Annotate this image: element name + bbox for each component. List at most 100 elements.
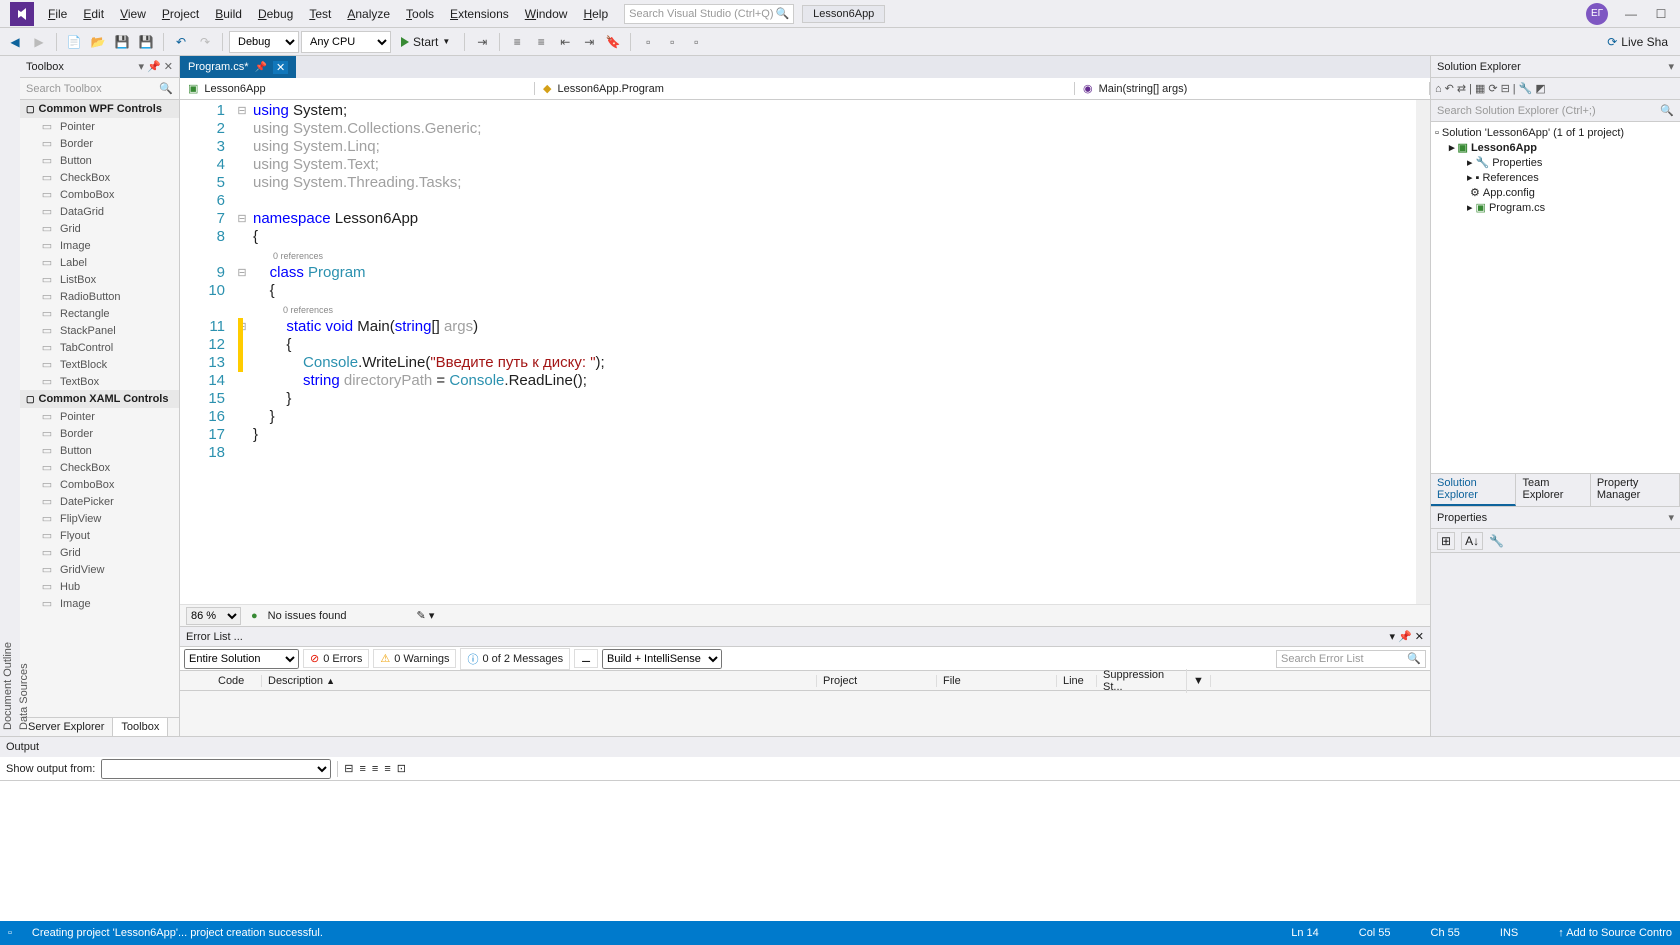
tab-solution-explorer[interactable]: Solution Explorer	[1431, 474, 1516, 506]
toolbox-item[interactable]: ▭Pointer	[20, 408, 179, 425]
toolbox-item[interactable]: ▭Grid	[20, 220, 179, 237]
new-project-icon[interactable]: 📄	[63, 31, 85, 53]
pin-icon[interactable]: 📌	[147, 60, 161, 73]
output-text-area[interactable]	[0, 781, 1680, 921]
error-list-search[interactable]: Search Error List 🔍	[1276, 650, 1426, 668]
col-code[interactable]: Code	[212, 675, 262, 687]
toolbox-item[interactable]: ▭Rectangle	[20, 305, 179, 322]
tab-property-manager[interactable]: Property Manager	[1591, 474, 1680, 506]
output-toolbar-icon[interactable]: ≡	[372, 763, 378, 775]
toolbox-item[interactable]: ▭Border	[20, 135, 179, 152]
uncomment-icon[interactable]: ≡	[530, 31, 552, 53]
toolbox-item[interactable]: ▭Border	[20, 425, 179, 442]
maximize-button[interactable]: ☐	[1646, 7, 1676, 21]
nav-project-dropdown[interactable]: ▣ Lesson6App	[180, 82, 535, 95]
tree-item-properties[interactable]: ▸🔧Properties	[1435, 155, 1676, 170]
toolbox-item[interactable]: ▭TextBlock	[20, 356, 179, 373]
bookmark-icon[interactable]: 🔖	[602, 31, 624, 53]
zoom-dropdown[interactable]: 86 %	[186, 607, 241, 625]
source-control-button[interactable]: ↑ Add to Source Contro	[1558, 927, 1672, 939]
toolbox-item[interactable]: ▭TextBox	[20, 373, 179, 390]
properties-icon[interactable]: 🔧	[1519, 82, 1533, 95]
toolbox-tab[interactable]: Toolbox	[113, 718, 168, 736]
wrench-icon[interactable]: 🔧	[1489, 534, 1504, 548]
close-tab-icon[interactable]: ✕	[273, 61, 288, 74]
toolbox-item[interactable]: ▭Label	[20, 254, 179, 271]
undo-button[interactable]: ↶	[170, 31, 192, 53]
save-icon[interactable]: 💾	[111, 31, 133, 53]
menu-build[interactable]: Build	[207, 3, 250, 25]
toolbox-item[interactable]: ▭TabControl	[20, 339, 179, 356]
menu-view[interactable]: View	[112, 3, 154, 25]
dropdown-icon[interactable]: ▾	[139, 60, 145, 73]
toolbox-item[interactable]: ▭GridView	[20, 561, 179, 578]
categorized-icon[interactable]: ⊞	[1437, 532, 1455, 550]
open-file-icon[interactable]: 📂	[87, 31, 109, 53]
toolbox-item[interactable]: ▭FlipView	[20, 510, 179, 527]
dropdown-icon[interactable]: ▾	[1390, 630, 1396, 643]
dropdown-icon[interactable]: ▾	[1668, 511, 1674, 524]
toolbox-item[interactable]: ▭Hub	[20, 578, 179, 595]
redo-button[interactable]: ↷	[194, 31, 216, 53]
tree-item-programcs[interactable]: ▸▣Program.cs	[1435, 200, 1676, 215]
errors-filter[interactable]: ⊘0 Errors	[303, 649, 369, 668]
code-editor[interactable]: 123456789101112131415161718 ⊟⊟⊟⊟ using S…	[180, 100, 1430, 604]
tree-item-appconfig[interactable]: ⚙App.config	[1435, 185, 1676, 200]
menu-window[interactable]: Window	[517, 3, 576, 25]
col-suppression[interactable]: Suppression St...	[1097, 669, 1187, 693]
col-project[interactable]: Project	[817, 675, 937, 687]
start-debug-button[interactable]: Start ▼	[393, 31, 458, 53]
toolbox-item[interactable]: ▭Flyout	[20, 527, 179, 544]
indent-icon[interactable]: ⇤	[554, 31, 576, 53]
refresh-icon[interactable]: ⟳	[1488, 82, 1497, 95]
menu-extensions[interactable]: Extensions	[442, 3, 517, 25]
data-sources-tab[interactable]: Data Sources	[16, 62, 32, 736]
outdent-icon[interactable]: ⇥	[578, 31, 600, 53]
output-toolbar-icon[interactable]: ≡	[360, 763, 366, 775]
scroll-overview[interactable]	[1416, 100, 1430, 604]
toolbar-icon[interactable]: ▫	[637, 31, 659, 53]
output-toolbar-icon[interactable]: ≡	[384, 763, 390, 775]
toolbox-search[interactable]: Search Toolbox 🔍	[20, 78, 179, 100]
menu-analyze[interactable]: Analyze	[339, 3, 398, 25]
server-explorer-tab[interactable]: Server Explorer	[20, 718, 113, 736]
step-icon[interactable]: ⇥	[471, 31, 493, 53]
toolbox-item[interactable]: ▭Image	[20, 237, 179, 254]
back-button[interactable]: ◀	[4, 31, 26, 53]
back-icon[interactable]: ↶	[1445, 82, 1454, 95]
forward-button[interactable]: ▶	[28, 31, 50, 53]
nav-method-dropdown[interactable]: ◉ Main(string[] args)	[1075, 82, 1430, 95]
document-tab-program[interactable]: Program.cs* 📌 ✕	[180, 56, 296, 78]
close-icon[interactable]: ✕	[164, 60, 173, 73]
show-all-icon[interactable]: ▦	[1475, 82, 1485, 95]
comment-icon[interactable]: ≡	[506, 31, 528, 53]
col-description[interactable]: Description ▲	[262, 675, 817, 687]
toolbox-item[interactable]: ▭CheckBox	[20, 169, 179, 186]
output-toolbar-icon[interactable]: ⊡	[397, 762, 406, 775]
toolbox-item[interactable]: ▭ComboBox	[20, 476, 179, 493]
tree-item-references[interactable]: ▸▪References	[1435, 170, 1676, 185]
warnings-filter[interactable]: ⚠0 Warnings	[373, 649, 456, 668]
solution-explorer-search[interactable]: Search Solution Explorer (Ctrl+;) 🔍	[1431, 100, 1680, 122]
output-toolbar-icon[interactable]: ⊟	[344, 762, 353, 775]
menu-edit[interactable]: Edit	[75, 3, 112, 25]
toolbar-icon[interactable]: ▫	[661, 31, 683, 53]
toolbox-item[interactable]: ▭ListBox	[20, 271, 179, 288]
pin-icon[interactable]: 📌	[1398, 630, 1412, 643]
nav-class-dropdown[interactable]: ◆ Lesson6App.Program	[535, 82, 1075, 95]
toolbox-item[interactable]: ▭Pointer	[20, 118, 179, 135]
toolbar-icon[interactable]: ▫	[685, 31, 707, 53]
config-dropdown[interactable]: Debug	[229, 31, 299, 53]
save-all-icon[interactable]: 💾	[135, 31, 157, 53]
toolbox-item[interactable]: ▭RadioButton	[20, 288, 179, 305]
toolbox-item[interactable]: ▭StackPanel	[20, 322, 179, 339]
minimize-button[interactable]: —	[1616, 7, 1646, 21]
tab-team-explorer[interactable]: Team Explorer	[1516, 474, 1590, 506]
toolbox-item[interactable]: ▭DataGrid	[20, 203, 179, 220]
collapse-icon[interactable]: ⊟	[1501, 82, 1510, 95]
live-share-button[interactable]: ⟳ Live Sha	[1599, 35, 1676, 49]
pin-icon[interactable]: 📌	[255, 62, 267, 73]
close-icon[interactable]: ✕	[1415, 630, 1424, 643]
dropdown-icon[interactable]: ▾	[1668, 60, 1674, 73]
scope-dropdown[interactable]: Entire Solution	[184, 649, 299, 669]
